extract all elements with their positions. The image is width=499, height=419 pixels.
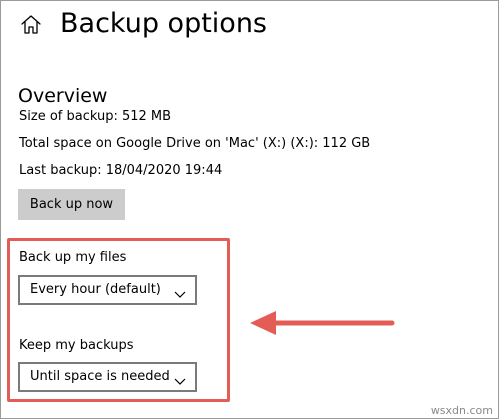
chevron-down-icon: [174, 372, 186, 385]
keep-backups-value: Until space is needed: [30, 369, 170, 384]
overview-heading: Overview: [18, 85, 108, 107]
backup-size-text: Size of backup: 512 MB: [19, 109, 172, 124]
keep-backups-label: Keep my backups: [19, 338, 134, 353]
backup-frequency-value: Every hour (default): [30, 282, 161, 297]
page-title: Backup options: [60, 8, 267, 39]
chevron-down-icon: [174, 285, 186, 298]
backup-frequency-dropdown[interactable]: Every hour (default): [18, 275, 197, 305]
back-up-now-button[interactable]: Back up now: [18, 189, 125, 220]
last-backup-text: Last backup: 18/04/2020 19:44: [19, 163, 223, 178]
watermark: wsxdn.com: [430, 404, 493, 417]
backup-frequency-label: Back up my files: [19, 250, 127, 265]
annotation-arrow-icon: [248, 308, 396, 338]
home-icon[interactable]: [20, 14, 42, 36]
keep-backups-dropdown[interactable]: Until space is needed: [18, 362, 197, 392]
total-space-text: Total space on Google Drive on 'Mac' (X:…: [19, 136, 371, 151]
